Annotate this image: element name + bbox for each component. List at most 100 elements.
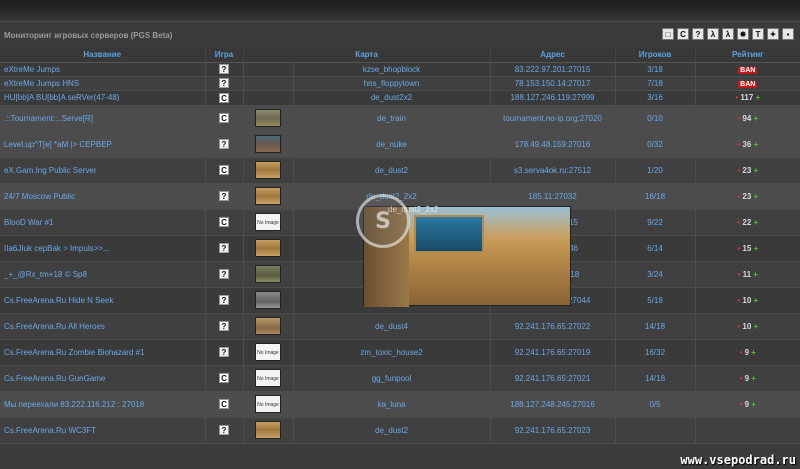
vote-up-icon[interactable]: + bbox=[751, 270, 758, 279]
server-address[interactable]: 92.241.176.65:27019 bbox=[489, 339, 616, 366]
tfc-icon[interactable]: T bbox=[752, 28, 764, 40]
vote-up-icon[interactable]: + bbox=[751, 166, 759, 175]
vote-up-icon[interactable]: + bbox=[753, 93, 761, 102]
column-header-map[interactable]: Карта bbox=[242, 48, 491, 63]
server-name-link[interactable]: HU[bb]A BU[bb]A seRVer(47-48) bbox=[4, 93, 119, 102]
column-header-players[interactable]: Игроков bbox=[614, 48, 696, 63]
map-thumbnail[interactable] bbox=[255, 135, 281, 153]
server-address[interactable]: 83.222.97.201:27015 bbox=[489, 62, 616, 77]
server-row[interactable]: eXtreMe Jumps? kzse_bhopblock 83.222.97.20… bbox=[0, 62, 800, 77]
server-row[interactable]: eXtreMe Jumps HNS? hns_floppytown 78.153.1… bbox=[0, 76, 800, 91]
server-name-link[interactable]: IIa6JIuk cepBak > Impuls>>... bbox=[4, 244, 110, 253]
server-name-link[interactable]: Cs.FreeArena.Ru Zombie Biohazard #1 bbox=[4, 348, 145, 357]
map-name[interactable]: gg_funpool bbox=[292, 365, 491, 392]
server-name-link[interactable]: .::Tournament::..Serve[R] bbox=[4, 114, 93, 123]
server-name-link[interactable]: _+_@Rx_tm+18 © Sp8 bbox=[4, 270, 87, 279]
server-row[interactable]: Cs.FreeArena.Ru GunGame C No Image gg_funpo… bbox=[0, 365, 800, 392]
map-name[interactable]: de_nuke bbox=[292, 131, 491, 158]
dod-icon[interactable]: ✦ bbox=[767, 28, 779, 40]
server-name-cell: Cs.FreeArena.Ru WC3FT bbox=[0, 417, 205, 444]
map-thumbnail[interactable] bbox=[255, 161, 281, 179]
server-name-link[interactable]: eX.Gam.Ing Public Server bbox=[4, 166, 96, 175]
map-name[interactable]: kzse_bhopblock bbox=[292, 62, 491, 77]
server-address[interactable]: 188.127.246.119:27999 bbox=[489, 90, 616, 106]
game-cell: C bbox=[204, 391, 243, 418]
server-address[interactable]: 178.49.48.159:27016 bbox=[489, 131, 616, 158]
map-name[interactable]: hns_floppytown bbox=[292, 76, 491, 91]
map-thumb-cell bbox=[242, 417, 293, 444]
map-thumbnail[interactable]: No Image bbox=[255, 369, 281, 387]
server-row[interactable]: Level.up^T[e] *aM |> СЕРВЕР? de_nuke 178.4… bbox=[0, 131, 800, 158]
server-name-link[interactable]: Cs.FreeArena.Ru GunGame bbox=[4, 374, 105, 383]
server-row[interactable]: Cs.FreeArena.Ru WC3FT? de_dust2 92.241.176… bbox=[0, 417, 800, 444]
map-name[interactable]: de_dust2 bbox=[292, 157, 491, 184]
half-life-icon[interactable]: λ bbox=[707, 28, 719, 40]
counter-strike-icon: C bbox=[219, 373, 229, 383]
map-name[interactable]: de_dust4 bbox=[292, 313, 491, 340]
server-address[interactable]: 92.241.176.65:27023 bbox=[489, 417, 616, 444]
server-name-link[interactable]: Cs.FreeArena.Ru WC3FT bbox=[4, 426, 96, 435]
map-thumb-cell: No Image bbox=[242, 209, 293, 236]
map-thumbnail[interactable] bbox=[255, 317, 281, 335]
game-cell: ? bbox=[204, 417, 243, 444]
server-address[interactable]: s3.serva4ok.ru:27512 bbox=[489, 157, 616, 184]
column-header-address[interactable]: Адрес bbox=[489, 48, 616, 63]
vote-up-icon[interactable]: + bbox=[751, 244, 759, 253]
map-name[interactable]: zm_toxic_house2 bbox=[292, 339, 491, 366]
map-thumbnail[interactable] bbox=[255, 187, 281, 205]
server-row[interactable]: .::Tournament::..Serve[R] Cde_train tourna… bbox=[0, 105, 800, 132]
vote-up-icon[interactable]: + bbox=[749, 374, 756, 383]
map-thumbnail[interactable]: No Image bbox=[255, 343, 281, 361]
server-name-link[interactable]: Мы переехали 83.222.116.212 : 27018 bbox=[4, 400, 144, 409]
vote-up-icon[interactable]: + bbox=[749, 400, 756, 409]
vote-up-icon[interactable]: + bbox=[751, 322, 759, 331]
map-thumbnail[interactable] bbox=[255, 291, 281, 309]
vote-up-icon[interactable]: + bbox=[751, 218, 759, 227]
map-name[interactable]: ka_luna bbox=[292, 391, 491, 418]
players-count: 14/18 bbox=[614, 365, 696, 392]
map-thumbnail[interactable] bbox=[255, 109, 281, 127]
server-name-link[interactable]: Cs.FreeArena.Ru All Heroes bbox=[4, 322, 105, 331]
server-row[interactable]: HU[bb]A BU[bb]A seRVer(47-48) Cde_dust2x2… bbox=[0, 90, 800, 106]
monitor-header: Мониторинг игровых серверов (PGS Beta) □… bbox=[0, 22, 800, 48]
vote-up-icon[interactable]: + bbox=[751, 192, 759, 201]
question-icon[interactable]: ? bbox=[692, 28, 704, 40]
unknown-game-icon[interactable]: ▪ bbox=[782, 28, 794, 40]
server-row[interactable]: eX.Gam.Ing Public Server Cde_dust2 s3.serv… bbox=[0, 157, 800, 184]
vote-up-icon[interactable]: + bbox=[749, 348, 756, 357]
map-thumbnail[interactable] bbox=[255, 265, 281, 283]
column-header-rating[interactable]: Рейтинг bbox=[694, 48, 800, 63]
map-thumbnail[interactable] bbox=[255, 239, 281, 257]
map-name[interactable]: de_dust2x2 bbox=[292, 90, 491, 106]
vote-up-icon[interactable]: + bbox=[751, 296, 759, 305]
all-games-icon[interactable]: □ bbox=[662, 28, 674, 40]
server-address[interactable]: 78.153.150.14:27017 bbox=[489, 76, 616, 91]
map-thumbnail[interactable]: No Image bbox=[255, 395, 281, 413]
preview-wall bbox=[414, 215, 484, 253]
server-name-link[interactable]: 24/7 Moscow Public bbox=[4, 192, 75, 201]
vote-up-icon[interactable]: + bbox=[751, 140, 759, 149]
server-name-link[interactable]: eXtreMe Jumps bbox=[4, 65, 60, 74]
column-header-name[interactable]: Название bbox=[0, 48, 205, 63]
server-name-link[interactable]: Cs.FreeArena.Ru Hide N Seek bbox=[4, 296, 113, 305]
server-name-link[interactable]: BlooD War #1 bbox=[4, 218, 54, 227]
column-header-game[interactable]: Игра bbox=[204, 48, 243, 63]
server-name-link[interactable]: eXtreMe Jumps HNS bbox=[4, 79, 79, 88]
cs-icon[interactable]: C bbox=[677, 28, 689, 40]
server-row[interactable]: Cs.FreeArena.Ru All Heroes? de_dust4 92.24… bbox=[0, 313, 800, 340]
server-row[interactable]: Мы переехали 83.222.116.212 : 27018 C No I… bbox=[0, 391, 800, 418]
hl2-icon[interactable]: λ bbox=[722, 28, 734, 40]
server-address[interactable]: tournament.no-ip.org:27020 bbox=[489, 105, 616, 132]
server-address[interactable]: 188.127.248.245:27016 bbox=[489, 391, 616, 418]
server-address[interactable]: 92.241.176.65:27022 bbox=[489, 313, 616, 340]
game-cell: C bbox=[204, 90, 243, 106]
server-row[interactable]: Cs.FreeArena.Ru Zombie Biohazard #1? No I… bbox=[0, 339, 800, 366]
map-thumbnail[interactable]: No Image bbox=[255, 213, 281, 231]
server-address[interactable]: 92.241.176.65:27021 bbox=[489, 365, 616, 392]
map-thumbnail[interactable] bbox=[255, 421, 281, 439]
vote-up-icon[interactable]: + bbox=[751, 114, 759, 123]
map-name[interactable]: de_dust2 bbox=[292, 417, 491, 444]
server-name-link[interactable]: Level.up^T[e] *aM |> СЕРВЕР bbox=[4, 140, 112, 149]
map-name[interactable]: de_train bbox=[292, 105, 491, 132]
valve-icon[interactable]: ✸ bbox=[737, 28, 749, 40]
